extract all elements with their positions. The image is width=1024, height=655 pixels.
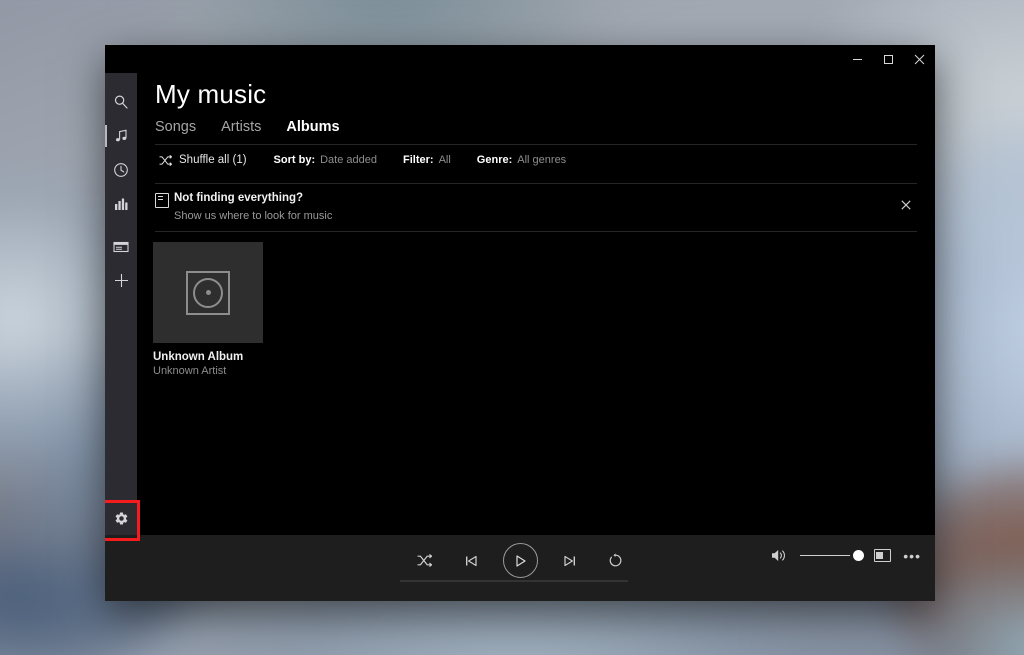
more-options-icon[interactable]: ••• [903, 549, 921, 563]
desktop: My music Songs Artists Albums Shuffle al… [0, 0, 1024, 655]
close-button[interactable] [904, 45, 935, 73]
banner-close-icon[interactable] [895, 194, 917, 216]
mini-view-icon[interactable] [874, 549, 892, 562]
shuffle-toggle-button[interactable] [411, 547, 439, 575]
shuffle-icon [159, 154, 172, 166]
sidebar-item-new-playlist[interactable] [105, 263, 137, 297]
volume-icon[interactable] [771, 548, 788, 563]
filter-selector[interactable]: Filter: All [400, 151, 454, 169]
tabs-divider [155, 144, 917, 145]
sidebar-item-settings[interactable] [105, 501, 137, 535]
main-content: My music Songs Artists Albums Shuffle al… [137, 45, 935, 535]
filter-label: Filter: [403, 154, 434, 166]
groove-music-window: My music Songs Artists Albums Shuffle al… [105, 45, 935, 601]
title-bar [105, 45, 935, 73]
tab-songs[interactable]: Songs [155, 119, 196, 135]
genre-value: All genres [517, 154, 567, 166]
genre-selector[interactable]: Genre: All genres [474, 151, 569, 169]
playlist-icon [113, 240, 129, 253]
sort-by-selector[interactable]: Sort by: Date added [271, 151, 380, 169]
maximize-button[interactable] [873, 45, 904, 73]
sort-by-value: Date added [320, 154, 377, 166]
tab-artists[interactable]: Artists [221, 119, 261, 135]
banner-subtitle[interactable]: Show us where to look for music [174, 210, 332, 222]
tab-albums[interactable]: Albums [286, 119, 339, 135]
banner-divider [155, 231, 917, 232]
album-art[interactable] [153, 242, 263, 343]
playback-bar: ••• [105, 535, 935, 601]
volume-knob[interactable] [850, 547, 868, 564]
library-toolbar: Shuffle all (1) Sort by: Date added Filt… [155, 151, 589, 169]
banner-title: Not finding everything? [174, 192, 304, 204]
search-icon [113, 94, 129, 110]
album-grid: Unknown Album Unknown Artist [153, 242, 263, 377]
repeat-button[interactable] [602, 547, 630, 575]
filter-value: All [438, 154, 451, 166]
gear-icon [114, 511, 129, 526]
seek-bar[interactable] [400, 580, 628, 582]
sidebar-item-now-playing[interactable] [105, 187, 137, 221]
album-title: Unknown Album [153, 351, 244, 363]
playback-right-controls: ••• [771, 547, 921, 564]
sort-by-label: Sort by: [273, 154, 316, 166]
folder-hint-icon [155, 193, 169, 208]
navigation-rail [105, 45, 137, 536]
plus-icon [114, 273, 129, 288]
genre-label: Genre: [476, 154, 513, 166]
page-title: My music [155, 79, 267, 109]
album-card[interactable]: Unknown Album Unknown Artist [153, 242, 263, 377]
next-track-button[interactable] [556, 547, 584, 575]
volume-slider[interactable] [800, 547, 868, 564]
not-finding-everything-banner: Not finding everything? Show us where to… [155, 192, 917, 230]
play-button[interactable] [502, 543, 538, 578]
album-artist: Unknown Artist [153, 365, 227, 377]
toolbar-divider [155, 183, 917, 184]
disc-placeholder-icon [186, 270, 230, 315]
previous-track-button[interactable] [457, 547, 485, 575]
music-note-icon [114, 129, 129, 144]
equalizer-icon [114, 197, 129, 211]
minimize-button[interactable] [842, 45, 873, 73]
sidebar-item-my-music[interactable] [105, 119, 137, 153]
sidebar-item-playlists[interactable] [105, 229, 137, 263]
sidebar-item-search[interactable] [105, 85, 137, 119]
clock-icon [113, 162, 129, 178]
library-tabs: Songs Artists Albums [155, 119, 340, 135]
sidebar-item-recent[interactable] [105, 153, 137, 187]
shuffle-all-label: Shuffle all (1) [179, 154, 247, 166]
shuffle-all-button[interactable]: Shuffle all (1) [155, 151, 251, 169]
